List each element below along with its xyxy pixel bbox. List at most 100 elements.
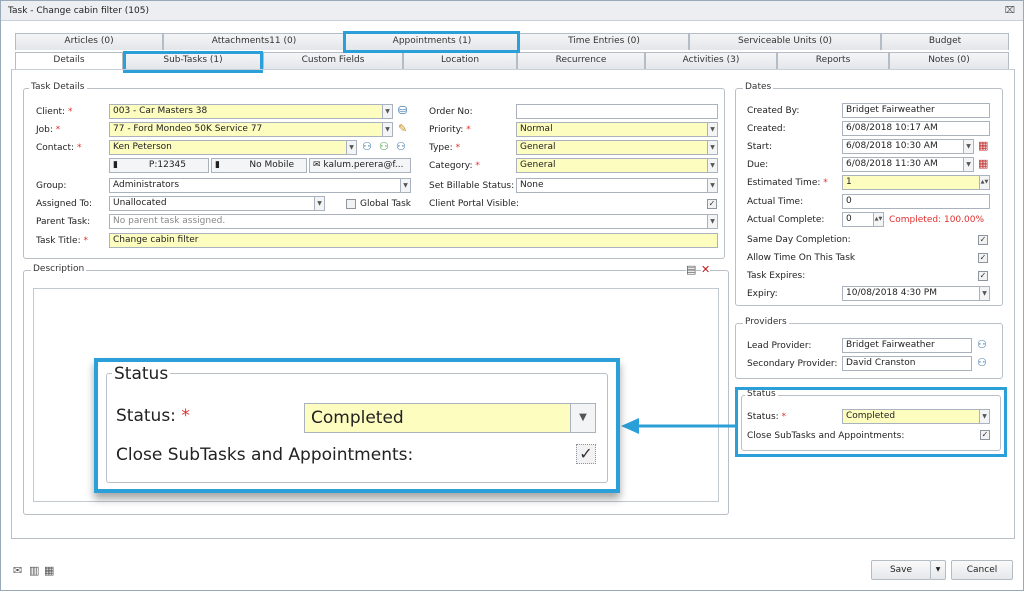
callout-arrow xyxy=(621,418,735,434)
assigned-to-select[interactable]: Unallocated ▼ xyxy=(109,196,325,211)
tab-recurrence[interactable]: Recurrence xyxy=(517,52,645,69)
close-icon[interactable]: ⌧ xyxy=(1005,6,1015,16)
priority-select[interactable]: Normal ▼ xyxy=(516,122,718,137)
task-expires-checkbox[interactable]: ✓ xyxy=(978,271,988,281)
required-marker: * xyxy=(466,125,471,135)
mail-icon[interactable]: ✉ xyxy=(13,565,22,577)
person-arrow-icon[interactable]: ⚇ xyxy=(977,339,987,351)
order-no-input[interactable] xyxy=(516,104,718,119)
tab-articles[interactable]: Articles (0) xyxy=(15,33,163,50)
chevron-down-icon[interactable]: ▼ xyxy=(570,404,595,432)
actual-complete-input[interactable]: 0 ▲▼ xyxy=(842,212,884,227)
tab-budget[interactable]: Budget xyxy=(881,33,1009,50)
window-title: Task - Change cabin filter (105) xyxy=(8,6,149,16)
required-marker: * xyxy=(475,161,480,171)
start-field[interactable]: 6/08/2018 10:30 AM ▼ xyxy=(842,139,974,154)
chevron-down-icon[interactable]: ▼ xyxy=(979,287,989,300)
tab-serviceable-units[interactable]: Serviceable Units (0) xyxy=(689,33,881,50)
chevron-down-icon[interactable]: ▼ xyxy=(400,179,410,192)
cancel-button[interactable]: Cancel xyxy=(951,560,1013,580)
trash-icon[interactable]: ▥ xyxy=(29,565,39,577)
copy-icon[interactable]: ▦ xyxy=(44,565,54,577)
type-select[interactable]: General ▼ xyxy=(516,140,718,155)
tab-custom-fields[interactable]: Custom Fields xyxy=(263,52,403,69)
global-task-checkbox[interactable] xyxy=(346,199,356,209)
contact-view-icon[interactable]: ⚇ xyxy=(362,141,372,153)
group-select[interactable]: Administrators ▼ xyxy=(109,178,411,193)
email-field[interactable]: ✉ kalum.perera@f... xyxy=(309,158,411,173)
zoom-close-subtasks-checkbox[interactable]: ✓ xyxy=(576,444,596,464)
clear-comment-icon[interactable]: ✕ xyxy=(701,264,711,276)
zoom-status-value: Completed xyxy=(311,408,404,428)
estimated-time-input[interactable]: 1 ▲▼ xyxy=(842,175,990,190)
job-edit-icon[interactable]: ✎ xyxy=(398,123,407,135)
chevron-down-icon[interactable]: ▼ xyxy=(707,179,717,192)
required-marker: * xyxy=(67,107,73,117)
created-field: 6/08/2018 10:17 AM xyxy=(842,121,990,136)
required-marker: * xyxy=(55,125,61,135)
actual-time-value: 0 xyxy=(846,196,852,206)
same-day-checkbox[interactable]: ✓ xyxy=(978,235,988,245)
expiry-field[interactable]: 10/08/2018 4:30 PM ▼ xyxy=(842,286,990,301)
client-field[interactable]: 003 - Car Masters 38 ▼ xyxy=(109,104,393,119)
created-label: Created: xyxy=(747,124,786,134)
chevron-down-icon[interactable]: ▼ xyxy=(382,105,392,118)
tab-attachments[interactable]: Attachments11 (0) xyxy=(163,33,345,50)
required-marker: * xyxy=(83,236,88,246)
category-select[interactable]: General ▼ xyxy=(516,158,718,173)
chevron-down-icon[interactable]: ▼ xyxy=(707,141,717,154)
secondary-provider-field[interactable]: David Cranston xyxy=(842,356,972,371)
job-field[interactable]: 77 - Ford Mondeo 50K Service 77 ▼ xyxy=(109,122,393,137)
tab-reports[interactable]: Reports xyxy=(777,52,889,69)
task-title-input[interactable]: Change cabin filter xyxy=(109,233,718,248)
phone-value: P:12345 xyxy=(148,160,186,170)
save-dropdown-button[interactable]: ▼ xyxy=(930,560,946,580)
parent-task-value: No parent task assigned. xyxy=(113,216,226,226)
chevron-down-icon[interactable]: ▼ xyxy=(707,215,717,228)
contact-field[interactable]: Ken Peterson ▼ xyxy=(109,140,357,155)
tab-details[interactable]: Details xyxy=(15,52,123,70)
completed-percent-text: Completed: 100.00% xyxy=(889,215,985,225)
spinner-icon[interactable]: ▲▼ xyxy=(979,176,989,189)
required-marker: * xyxy=(455,143,461,153)
contact-add-icon[interactable]: ⚇ xyxy=(379,141,389,153)
chevron-down-icon[interactable]: ▼ xyxy=(346,141,356,154)
zoom-close-subtasks-label: Close SubTasks and Appointments: xyxy=(116,445,414,465)
chevron-down-icon[interactable]: ▼ xyxy=(963,158,973,171)
due-field[interactable]: 6/08/2018 11:30 AM ▼ xyxy=(842,157,974,172)
tab-location[interactable]: Location xyxy=(403,52,517,69)
calendar-icon[interactable]: ▦ xyxy=(978,140,988,152)
comment-icon[interactable]: ▤ xyxy=(686,264,697,276)
portal-visible-checkbox[interactable]: ✓ xyxy=(707,199,717,209)
billable-status-label: Set Billable Status: xyxy=(429,181,515,191)
chevron-down-icon[interactable]: ▼ xyxy=(963,140,973,153)
zoom-status-select[interactable]: Completed ▼ xyxy=(304,403,596,433)
created-by-field: Bridget Fairweather xyxy=(842,103,990,118)
chevron-down-icon[interactable]: ▼ xyxy=(707,123,717,136)
created-value: 6/08/2018 10:17 AM xyxy=(846,123,938,133)
calendar-icon[interactable]: ▦ xyxy=(978,158,988,170)
actual-time-input[interactable]: 0 xyxy=(842,194,990,209)
save-button[interactable]: Save xyxy=(871,560,931,580)
chevron-down-icon[interactable]: ▼ xyxy=(314,197,324,210)
created-by-value: Bridget Fairweather xyxy=(846,105,935,115)
parent-task-field[interactable]: No parent task assigned. ▼ xyxy=(109,214,718,229)
description-legend: Description xyxy=(31,264,87,274)
lead-provider-field[interactable]: Bridget Fairweather xyxy=(842,338,972,353)
person-arrow-icon[interactable]: ⚇ xyxy=(977,357,987,369)
chevron-down-icon[interactable]: ▼ xyxy=(707,159,717,172)
zoom-status-label: Status: xyxy=(116,406,176,426)
chevron-down-icon[interactable]: ▼ xyxy=(382,123,392,136)
spinner-icon[interactable]: ▲▼ xyxy=(873,213,883,226)
type-label: Type: xyxy=(429,143,453,153)
tab-activities[interactable]: Activities (3) xyxy=(645,52,777,69)
client-lookup-icon[interactable]: ⛁ xyxy=(398,105,407,117)
mobile-icon: ▮ xyxy=(215,160,220,170)
tab-notes[interactable]: Notes (0) xyxy=(889,52,1009,69)
contact-edit-icon[interactable]: ⚇ xyxy=(396,141,406,153)
priority-label: Priority: xyxy=(429,125,464,135)
allow-time-checkbox[interactable]: ✓ xyxy=(978,253,988,263)
billable-status-select[interactable]: None ▼ xyxy=(516,178,718,193)
tab-time-entries[interactable]: Time Entries (0) xyxy=(519,33,689,50)
category-value: General xyxy=(520,160,556,170)
